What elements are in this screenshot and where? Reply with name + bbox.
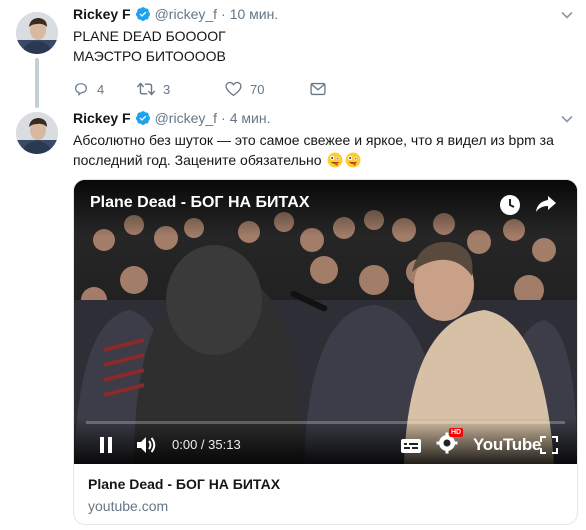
video-player[interactable]: Plane Dead - БОГ НА БИТАХ 0:00 / 35:13 H… bbox=[74, 180, 577, 464]
like-button[interactable]: 70 bbox=[225, 81, 264, 97]
avatar[interactable] bbox=[16, 112, 58, 154]
tweet-header: Rickey F @rickey_f · 4 мин. bbox=[73, 108, 270, 128]
reply-icon bbox=[75, 83, 87, 96]
separator: · bbox=[221, 6, 226, 22]
zany-face-emoji bbox=[345, 152, 361, 168]
retweet-icon bbox=[137, 82, 155, 96]
avatar[interactable] bbox=[16, 12, 58, 54]
direct-message-button[interactable] bbox=[310, 82, 334, 96]
volume-icon[interactable] bbox=[136, 436, 158, 454]
tweet-text: PLANE DEAD БОООOГ МАЭСТРО БИТООООВ bbox=[73, 26, 563, 66]
youtube-logo[interactable]: YouTube bbox=[470, 435, 541, 455]
heart-icon bbox=[225, 81, 242, 97]
verified-badge-icon bbox=[135, 111, 150, 125]
video-title[interactable]: Plane Dead - БОГ НА БИТАХ bbox=[90, 194, 309, 212]
card-domain: youtube.com bbox=[88, 498, 169, 514]
tweet-time[interactable]: 4 мин. bbox=[230, 110, 271, 126]
chevron-down-icon[interactable] bbox=[560, 8, 574, 22]
share-arrow-icon[interactable] bbox=[535, 194, 557, 214]
retweet-button[interactable]: 3 bbox=[137, 81, 173, 97]
tweet-actions: 4 3 70 bbox=[73, 80, 364, 98]
thread-connector bbox=[35, 58, 39, 108]
reply-button[interactable]: 4 bbox=[73, 81, 107, 97]
tweet-1[interactable]: Rickey F @rickey_f · 10 мин. PLANE DEAD … bbox=[0, 0, 586, 112]
tweet-line: Абсолютно без шуток — это самое свежее и… bbox=[73, 132, 554, 148]
envelope-icon bbox=[310, 82, 327, 96]
fullscreen-icon[interactable] bbox=[540, 436, 558, 454]
verified-badge-icon bbox=[135, 7, 150, 21]
retweet-count: 3 bbox=[163, 81, 171, 97]
tweet-line: МАЭСТРО БИТООООВ bbox=[73, 48, 226, 64]
author-handle[interactable]: @rickey_f bbox=[155, 110, 217, 126]
tweet-line: PLANE DEAD БОООOГ bbox=[73, 28, 226, 44]
tweet-text: Абсолютно без шуток — это самое свежее и… bbox=[73, 130, 563, 170]
card-title[interactable]: Plane Dead - БОГ НА БИТАХ bbox=[88, 474, 563, 494]
tweet-line-2: последний год. Зацените обязательно bbox=[73, 150, 563, 170]
author-handle[interactable]: @rickey_f bbox=[155, 6, 217, 22]
hd-badge: HD bbox=[449, 428, 464, 437]
author-name[interactable]: Rickey F bbox=[73, 6, 131, 22]
tweet-time[interactable]: 10 мин. bbox=[230, 6, 279, 22]
settings-button[interactable]: HD bbox=[436, 428, 464, 454]
video-card[interactable]: Plane Dead - БОГ НА БИТАХ 0:00 / 35:13 H… bbox=[73, 179, 578, 525]
progress-bar[interactable] bbox=[86, 421, 565, 424]
author-name[interactable]: Rickey F bbox=[73, 110, 131, 126]
zany-face-emoji bbox=[327, 152, 343, 168]
youtube-wordmark: YouTube bbox=[473, 435, 542, 454]
pause-icon[interactable] bbox=[98, 436, 114, 454]
card-info: Plane Dead - БОГ НА БИТАХ youtube.com bbox=[74, 464, 577, 516]
like-count: 70 bbox=[250, 81, 265, 97]
tweet-line: последний год. Зацените обязательно bbox=[73, 152, 322, 168]
chevron-down-icon[interactable] bbox=[560, 112, 574, 126]
subtitles-icon[interactable] bbox=[400, 438, 422, 454]
clock-icon[interactable] bbox=[499, 194, 521, 216]
reply-count: 4 bbox=[97, 81, 105, 97]
tweet-header: Rickey F @rickey_f · 10 мин. bbox=[73, 4, 278, 24]
separator: · bbox=[221, 110, 226, 126]
time-display: 0:00 / 35:13 bbox=[172, 437, 241, 452]
